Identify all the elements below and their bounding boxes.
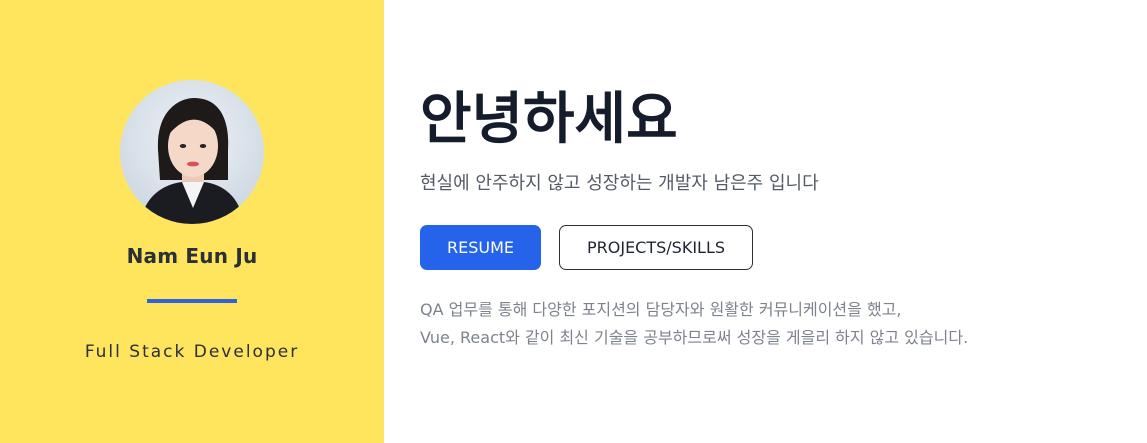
projects-skills-button[interactable]: PROJECTS/SKILLS [559, 225, 753, 270]
profile-role: Full Stack Developer [84, 342, 300, 362]
intro-text: QA 업무를 통해 다양한 포지션의 담당자와 원활한 커뮤니케이션을 했고, … [420, 296, 968, 352]
portfolio-page: Nam Eun Ju Full Stack Developer 안녕하세요 현실… [0, 0, 1147, 443]
profile-sidebar: Nam Eun Ju Full Stack Developer [0, 0, 384, 443]
name-divider [147, 299, 237, 303]
profile-name: Nam Eun Ju [126, 244, 258, 268]
resume-button[interactable]: RESUME [420, 225, 541, 270]
intro-line-1: QA 업무를 통해 다양한 포지션의 담당자와 원활한 커뮤니케이션을 했고, [420, 300, 902, 319]
hero-greeting: 안녕하세요 [420, 87, 678, 152]
hero-subtitle: 현실에 안주하지 않고 성장하는 개발자 남은주 입니다 [420, 173, 819, 194]
profile-avatar [120, 80, 264, 224]
intro-line-2: Vue, React와 같이 최신 기술을 공부하므로써 성장을 게을리 하지 … [420, 328, 969, 347]
profile-photo [120, 80, 264, 224]
